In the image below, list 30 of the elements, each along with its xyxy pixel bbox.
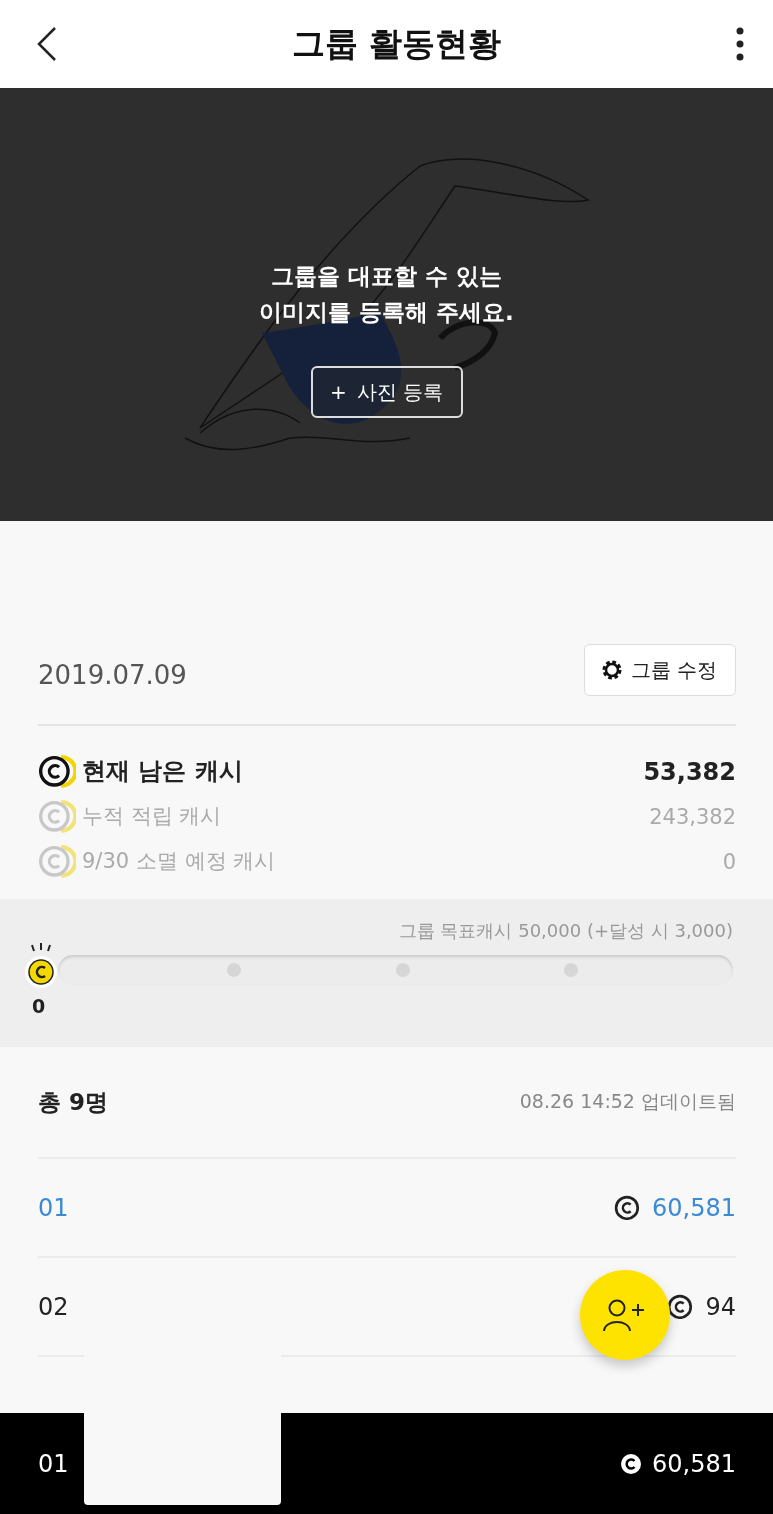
cash-amount: 53,382 [643, 757, 736, 786]
cash-label: 현재 남은 캐시 [82, 756, 243, 788]
my-cash: 60,581 [652, 1449, 736, 1478]
current-cash-value: 0 [32, 995, 46, 1017]
coin-icon [620, 1452, 642, 1475]
goal-caption: 그룹 목표캐시 50,000 (+달성 시 3,000) [397, 919, 733, 943]
gear-icon [600, 659, 623, 681]
edit-group-button[interactable]: 그룹 수정 [583, 644, 736, 696]
add-photo-button[interactable]: + 사진 등록 [310, 366, 463, 418]
cash-coin-icon [38, 800, 76, 833]
cash-amount: 0 [722, 849, 736, 874]
cash-coin-icon [38, 845, 76, 878]
cash-label: 9/30 소멸 예정 캐시 [82, 848, 276, 876]
cash-label: 누적 적립 캐시 [82, 803, 222, 831]
page-title: 그룹 활동현황 [291, 22, 502, 65]
add-person-icon [603, 1298, 647, 1332]
more-menu-button[interactable] [735, 27, 745, 61]
member-count: 총 9명 [38, 1087, 108, 1117]
banner-message: 그룹을 대표할 수 있는 [270, 262, 502, 291]
member-rank: 01 [38, 1193, 69, 1222]
cash-coin-icon [38, 755, 76, 788]
member-rank: 02 [38, 1292, 69, 1321]
update-time: 08.26 14:52 업데이트됨 [519, 1089, 736, 1114]
group-date: 2019.07.09 [38, 660, 187, 690]
my-rank: 01 [38, 1449, 69, 1478]
cash-amount: 243,382 [649, 804, 736, 829]
member-cash: 94 [705, 1292, 736, 1321]
back-button[interactable] [36, 26, 58, 62]
banner-message: 이미지를 등록해 주세요. [259, 298, 514, 327]
member-cash: 60,581 [652, 1193, 736, 1222]
